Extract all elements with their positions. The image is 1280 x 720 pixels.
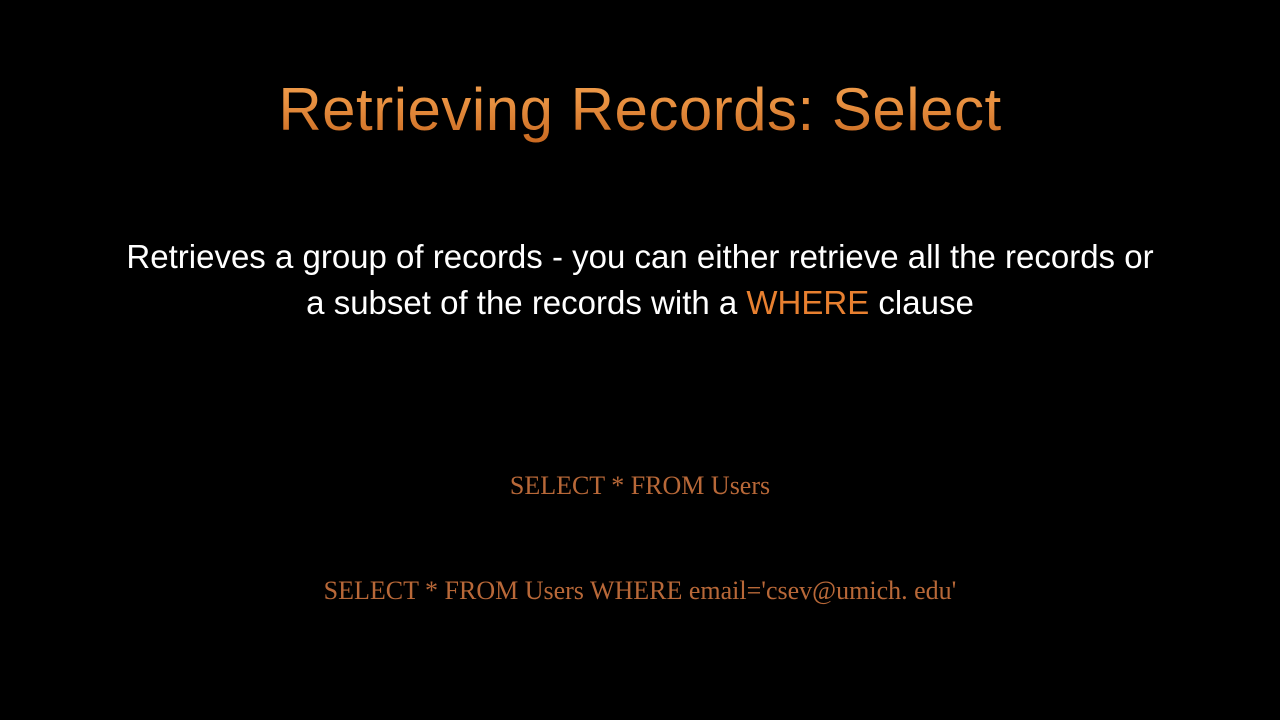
where-keyword: WHERE xyxy=(746,284,869,321)
description-text-2: clause xyxy=(869,284,974,321)
code-example-2: SELECT * FROM Users WHERE email='csev@um… xyxy=(100,576,1180,606)
description-text-1: Retrieves a group of records - you can e… xyxy=(126,238,1153,321)
code-example-1: SELECT * FROM Users xyxy=(100,471,1180,501)
slide-title: Retrieving Records: Select xyxy=(100,75,1180,144)
slide-description: Retrieves a group of records - you can e… xyxy=(100,234,1180,326)
slide-container: Retrieving Records: Select Retrieves a g… xyxy=(0,0,1280,720)
